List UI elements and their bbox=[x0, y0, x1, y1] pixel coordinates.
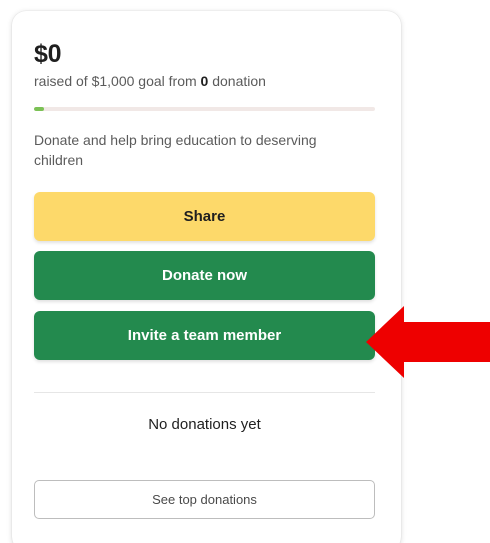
fundraiser-description: Donate and help bring education to deser… bbox=[34, 132, 317, 168]
progress-bar bbox=[34, 107, 375, 111]
goal-summary: raised of $1,000 goal from 0 donation bbox=[34, 72, 266, 90]
share-button[interactable]: Share bbox=[34, 192, 375, 241]
goal-text: raised of $1,000 goal from bbox=[34, 73, 201, 89]
donate-now-button[interactable]: Donate now bbox=[34, 251, 375, 300]
invite-team-member-button[interactable]: Invite a team member bbox=[34, 311, 375, 360]
donation-card: $0 raised of $1,000 goal from 0 donation… bbox=[12, 11, 401, 543]
divider bbox=[34, 392, 375, 393]
amount-raised: $0 bbox=[34, 40, 62, 68]
page: $0 raised of $1,000 goal from 0 donation… bbox=[0, 0, 490, 543]
red-arrow-icon bbox=[366, 306, 490, 378]
donation-count-suffix: donation bbox=[208, 73, 266, 89]
empty-donations-message: No donations yet bbox=[148, 416, 261, 433]
see-top-donations-button[interactable]: See top donations bbox=[34, 480, 375, 519]
progress-fill bbox=[34, 107, 44, 111]
